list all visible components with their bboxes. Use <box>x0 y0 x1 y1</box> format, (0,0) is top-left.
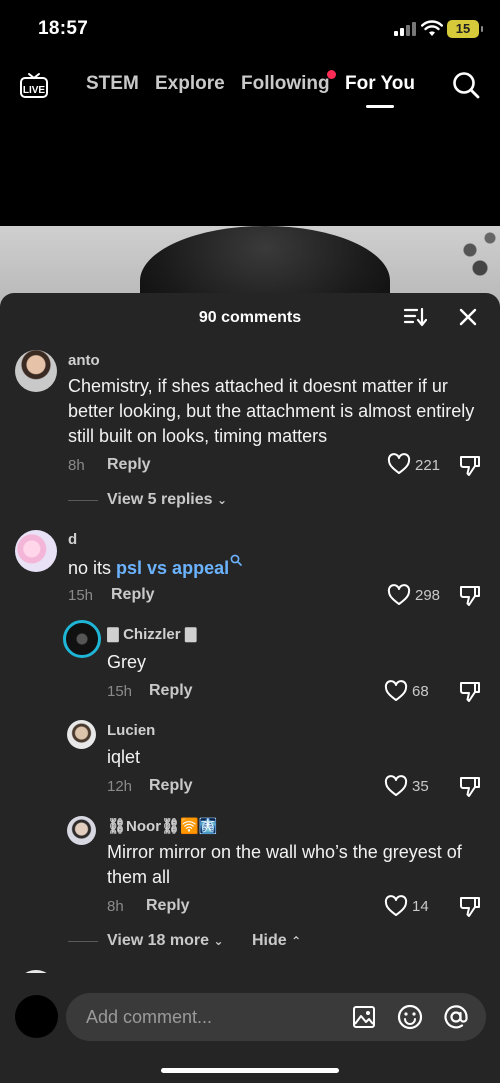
like-count: 221 <box>415 457 441 474</box>
image-icon[interactable] <box>352 1005 376 1029</box>
reply-text: Grey <box>107 652 147 672</box>
like-count: 14 <box>412 898 429 915</box>
reply-username[interactable]: ⛓Noor⛓🛜🩻 <box>107 817 217 835</box>
my-avatar <box>15 995 58 1038</box>
avatar[interactable] <box>15 350 57 392</box>
following-notification-dot <box>327 70 336 79</box>
sort-icon[interactable] <box>403 306 427 328</box>
comment-input[interactable] <box>86 993 336 1041</box>
dislike-icon[interactable] <box>458 894 482 918</box>
heart-icon[interactable] <box>387 453 411 475</box>
hide-replies-button[interactable]: Hide ⌃ <box>252 932 301 950</box>
wifi-icon <box>421 20 443 36</box>
avatar[interactable] <box>15 530 57 572</box>
search-link[interactable]: psl vs appeal <box>116 558 229 578</box>
comment-input-container[interactable] <box>66 993 486 1041</box>
like-count: 298 <box>415 587 441 604</box>
hide-label: Hide <box>252 932 287 949</box>
avatar[interactable] <box>63 620 101 658</box>
reply-button[interactable]: Reply <box>149 682 193 700</box>
view-more-label: View 18 more <box>107 932 209 949</box>
reply-button[interactable]: Reply <box>149 777 193 795</box>
close-icon[interactable] <box>458 307 478 327</box>
tab-for-you[interactable]: For You <box>345 73 415 95</box>
live-icon[interactable]: LIVE <box>19 70 49 100</box>
avatar[interactable] <box>67 720 96 749</box>
like-count: 68 <box>412 683 429 700</box>
heart-icon[interactable] <box>384 680 408 702</box>
reply-button[interactable]: Reply <box>107 456 151 474</box>
reply-time: 8h <box>107 898 124 915</box>
svg-text:LIVE: LIVE <box>23 85 46 96</box>
comment-text: no its psl vs appeal <box>68 554 478 581</box>
reply-time: 12h <box>107 778 133 795</box>
top-nav: LIVE STEM Explore Following For You <box>0 62 500 112</box>
search-icon <box>230 554 242 566</box>
reply-text: iqlet <box>107 747 141 767</box>
comment-text: Chemistry, if shes attached it doesnt ma… <box>68 376 475 446</box>
home-indicator <box>161 1068 339 1073</box>
chevron-up-icon: ⌃ <box>291 934 302 948</box>
dislike-icon[interactable] <box>458 453 482 477</box>
heart-icon[interactable] <box>387 584 411 606</box>
video-foliage <box>455 226 500 286</box>
cellular-signal-icon <box>394 22 416 36</box>
tab-following[interactable]: Following <box>241 73 330 95</box>
like-count: 35 <box>412 778 429 795</box>
search-icon[interactable] <box>452 71 480 99</box>
tab-explore[interactable]: Explore <box>155 73 225 95</box>
active-tab-indicator <box>366 105 394 108</box>
chevron-down-icon: ⌄ <box>213 934 224 948</box>
avatar[interactable] <box>67 816 96 845</box>
dislike-icon[interactable] <box>458 583 482 607</box>
reply-button[interactable]: Reply <box>146 897 190 915</box>
comment-time: 8h <box>68 457 85 474</box>
reply-time: 15h <box>107 683 133 700</box>
view-replies-label: View 5 replies <box>107 491 213 508</box>
dislike-icon[interactable] <box>458 679 482 703</box>
comments-sheet: 90 comments anto Chemistry, if shes atta… <box>0 293 500 1083</box>
comment-username[interactable]: anto <box>68 352 100 369</box>
replies-divider <box>68 941 98 942</box>
emoji-icon[interactable] <box>397 1004 423 1030</box>
comment-time: 15h <box>68 587 94 604</box>
view-more-replies-button[interactable]: View 18 more ⌄ <box>107 932 224 950</box>
dislike-icon[interactable] <box>458 774 482 798</box>
status-time: 18:57 <box>38 18 89 39</box>
battery-icon: 15 <box>447 20 483 38</box>
comment-text-prefix: no its <box>68 558 117 578</box>
reply-text: Mirror mirror on the wall who’s the grey… <box>107 842 462 887</box>
reply-username[interactable]: 🀫 Chizzler 🀫 <box>107 626 197 643</box>
view-replies-button[interactable]: View 5 replies ⌄ <box>107 491 227 509</box>
status-bar: 18:57 15 <box>0 0 500 60</box>
reply-button[interactable]: Reply <box>111 586 155 604</box>
chevron-down-icon: ⌄ <box>217 493 228 507</box>
mention-icon[interactable] <box>443 1004 469 1030</box>
comment-username[interactable]: d <box>68 531 77 548</box>
comment-input-bar <box>0 973 500 1083</box>
comments-header: 90 comments <box>0 293 500 343</box>
heart-icon[interactable] <box>384 895 408 917</box>
tab-stem[interactable]: STEM <box>86 73 139 95</box>
heart-icon[interactable] <box>384 775 408 797</box>
replies-divider <box>68 500 98 501</box>
reply-username[interactable]: Lucien <box>107 722 155 739</box>
